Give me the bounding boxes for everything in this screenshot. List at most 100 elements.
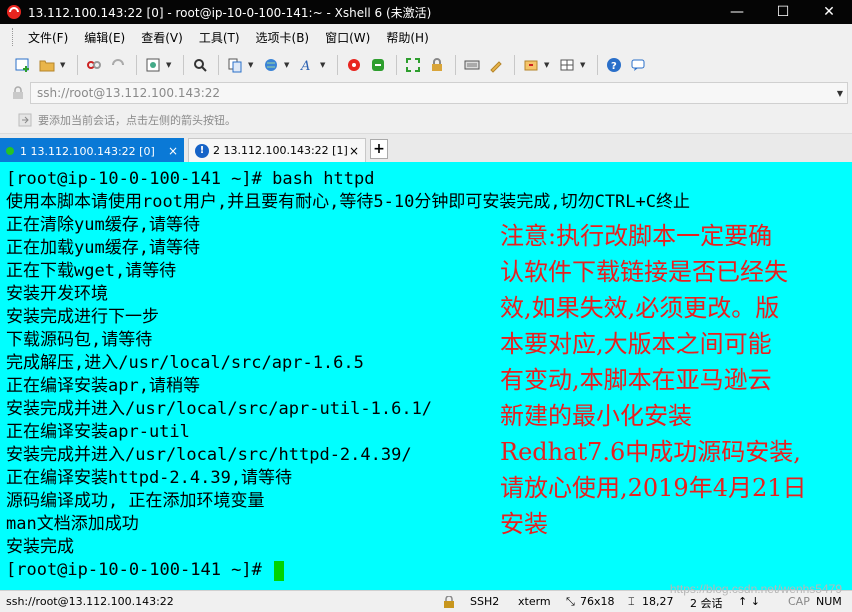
warning-status-icon: ! <box>195 143 209 158</box>
tab-bar: 1 13.112.100.143:22 [0] × ! 2 13.112.100… <box>0 134 852 162</box>
properties-dropdown-icon[interactable]: ▼ <box>166 61 174 69</box>
menu-help[interactable]: 帮助(H) <box>378 29 436 46</box>
reconnect-icon[interactable] <box>107 54 129 76</box>
maximize-button[interactable]: ☐ <box>760 0 806 24</box>
annotation-note-line: 注意:执行改脚本一定要确 <box>500 222 773 250</box>
secure-lock-icon <box>444 596 454 608</box>
add-session-arrow-icon[interactable] <box>18 113 32 127</box>
copy-dropdown-icon[interactable]: ▼ <box>248 61 256 69</box>
status-terminal-type: xterm <box>518 595 551 608</box>
svg-text:?: ? <box>611 61 617 72</box>
cursor-position-icon: ⌶ <box>628 595 635 608</box>
address-value: ssh://root@13.112.100.143:22 <box>37 86 221 100</box>
close-button[interactable]: ✕ <box>806 0 852 24</box>
properties-icon[interactable] <box>142 54 164 76</box>
toolbar: ▼ ▼ ▼ ▼ A ▼ ▼ ▼ ? <box>0 50 852 80</box>
annotation-note-line: 认软件下载链接是否已经失 <box>500 258 788 286</box>
status-scroll-arrows[interactable]: ↑ ↓ <box>738 595 760 608</box>
hint-text: 要添加当前会话，点击左侧的箭头按钮。 <box>38 113 236 127</box>
menu-tools[interactable]: 工具(T) <box>191 29 248 46</box>
toolbar-separator <box>514 55 515 75</box>
annotation-note: 注意:执行改脚本一定要确 认软件下载链接是否已经失 效,如果失效,必须更改。版 本要对… <box>500 218 850 542</box>
globe-dropdown-icon[interactable]: ▼ <box>284 61 292 69</box>
connected-status-icon <box>6 147 14 155</box>
svg-text:A: A <box>300 59 310 73</box>
status-sessions: 2 会话 <box>690 597 723 610</box>
tab-session-2[interactable]: ! 2 13.112.100.143:22 [1] × <box>188 138 366 162</box>
terminal-prompt-line: [root@ip-10-0-100-141 ~]# <box>6 559 690 582</box>
toolbar-separator <box>396 55 397 75</box>
menu-edit[interactable]: 编辑(E) <box>76 29 133 46</box>
menu-tabs[interactable]: 选项卡(B) <box>248 29 318 46</box>
address-input[interactable]: ssh://root@13.112.100.143:22 ▼ <box>30 82 848 104</box>
tab-label: 1 13.112.100.143:22 [0] <box>20 144 155 158</box>
open-dropdown-icon[interactable]: ▼ <box>60 61 68 69</box>
tab-session-1[interactable]: 1 13.112.100.143:22 [0] × <box>0 138 184 162</box>
compose-dropdown-icon[interactable]: ▼ <box>544 61 552 69</box>
keyboard-icon[interactable] <box>461 54 483 76</box>
add-tab-button[interactable]: + <box>370 139 388 159</box>
layout-dropdown-icon[interactable]: ▼ <box>580 61 588 69</box>
tab-label: 2 13.112.100.143:22 [1] <box>213 144 348 157</box>
toolbar-separator <box>183 55 184 75</box>
lock-icon[interactable] <box>426 54 448 76</box>
xshell-icon[interactable] <box>343 54 365 76</box>
annotation-note-line: 有变动,本脚本在亚马逊云 <box>500 366 772 394</box>
terminal-line: 使用本脚本请使用root用户,并且要有耐心,等待5-10分钟即可安装完成,切勿C… <box>6 192 690 212</box>
menubar-grip[interactable] <box>12 28 16 46</box>
font-icon[interactable]: A <box>296 54 318 76</box>
help-icon[interactable]: ? <box>603 54 625 76</box>
xftp-icon[interactable] <box>367 54 389 76</box>
highlight-icon[interactable] <box>485 54 507 76</box>
compose-icon[interactable] <box>520 54 542 76</box>
status-cap: CAP <box>788 595 810 608</box>
toolbar-separator <box>77 55 78 75</box>
menu-bar: 文件(F) 编辑(E) 查看(V) 工具(T) 选项卡(B) 窗口(W) 帮助(… <box>0 24 852 50</box>
new-session-icon[interactable] <box>12 54 34 76</box>
terminal-cursor <box>274 560 285 581</box>
status-position: 18,27 <box>642 595 674 608</box>
copy-paste-icon[interactable] <box>224 54 246 76</box>
address-lock-icon <box>13 86 23 99</box>
annotation-note-line: 效,如果失效,必须更改。版 <box>500 294 780 322</box>
resize-icon: ⤡ <box>566 595 575 608</box>
menu-window[interactable]: 窗口(W) <box>317 29 378 46</box>
status-protocol: SSH2 <box>470 595 500 608</box>
tab-close-icon[interactable]: × <box>168 144 178 158</box>
font-dropdown-icon[interactable]: ▼ <box>320 61 328 69</box>
toolbar-separator <box>218 55 219 75</box>
minimize-button[interactable]: — <box>714 0 760 24</box>
chat-icon[interactable] <box>627 54 649 76</box>
terminal-line: [root@ip-10-0-100-141 ~]# bash httpd <box>6 169 375 189</box>
annotation-note-line: 请放心使用,2019年4月21日 <box>500 474 807 502</box>
toolbar-separator <box>337 55 338 75</box>
terminal-prompt: [root@ip-10-0-100-141 ~]# <box>6 560 273 580</box>
annotation-note-line: 新建的最小化安装 <box>500 402 692 430</box>
annotation-note-line: 本要对应,大版本之间可能 <box>500 330 772 358</box>
title-bar: 13.112.100.143:22 [0] - root@ip-10-0-100… <box>0 0 852 24</box>
tab-close-icon[interactable]: × <box>349 144 359 158</box>
menu-file[interactable]: 文件(F) <box>20 29 76 46</box>
layout-icon[interactable] <box>556 54 578 76</box>
annotation-note-line: 安装 <box>500 510 548 538</box>
toolbar-separator <box>597 55 598 75</box>
hint-bar: 要添加当前会话，点击左侧的箭头按钮。 <box>0 106 852 134</box>
address-bar: ssh://root@13.112.100.143:22 ▼ <box>0 80 852 106</box>
window-title: 13.112.100.143:22 [0] - root@ip-10-0-100… <box>28 5 432 20</box>
status-num: NUM <box>816 595 842 608</box>
find-icon[interactable] <box>189 54 211 76</box>
disconnect-icon[interactable] <box>83 54 105 76</box>
toolbar-separator <box>136 55 137 75</box>
globe-icon[interactable] <box>260 54 282 76</box>
xshell-logo-icon <box>7 5 21 19</box>
toolbar-separator <box>455 55 456 75</box>
annotation-note-line: Redhat7.6中成功源码安装, <box>500 438 801 466</box>
fullscreen-icon[interactable] <box>402 54 424 76</box>
menu-view[interactable]: 查看(V) <box>133 29 191 46</box>
open-folder-icon[interactable] <box>36 54 58 76</box>
watermark: https://blog.csdn.net/wenhs5479 <box>669 582 842 596</box>
status-address: ssh://root@13.112.100.143:22 <box>6 595 174 608</box>
status-size: 76x18 <box>580 595 615 608</box>
address-dropdown-icon[interactable]: ▼ <box>837 89 843 98</box>
terminal-area[interactable]: [root@ip-10-0-100-141 ~]# bash httpd 使用本脚… <box>0 162 852 590</box>
